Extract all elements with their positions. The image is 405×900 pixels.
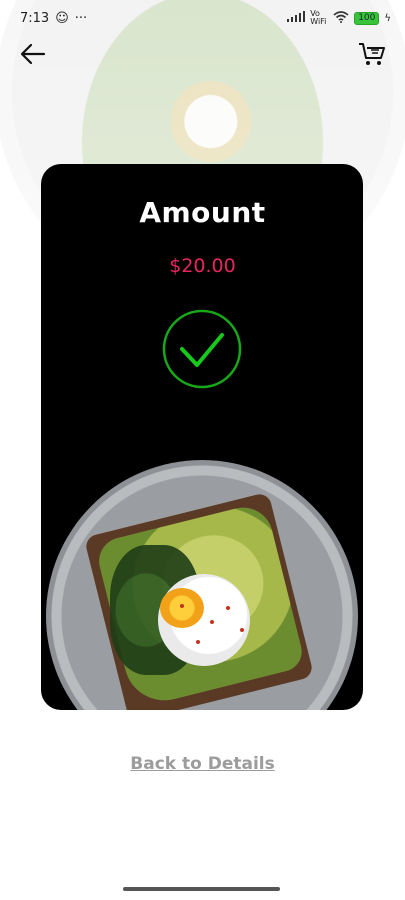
status-time: 7:13 (20, 10, 50, 26)
vowifi-label: Vo WiFi (310, 9, 327, 26)
more-dots-icon: ··· (74, 10, 88, 26)
chili-flake (180, 604, 184, 608)
chili-flake (196, 640, 200, 644)
cart-button[interactable] (357, 40, 387, 68)
home-indicator[interactable] (123, 887, 280, 891)
wifi-icon (333, 10, 349, 26)
cart-icon (359, 43, 385, 65)
egg-yolk-image (160, 588, 204, 628)
chili-flake (240, 628, 244, 632)
status-left: 7:13 ☺ ··· (20, 11, 87, 26)
back-button[interactable] (18, 40, 48, 68)
status-bar: 7:13 ☺ ··· Vo WiFi 100 ϟ (0, 0, 405, 36)
notification-face-icon: ☺ (55, 10, 69, 26)
back-to-details-link[interactable]: Back to Details (0, 754, 405, 774)
chili-flake (210, 620, 214, 624)
chili-flake (226, 606, 230, 610)
signal-icon (287, 11, 306, 25)
charging-icon: ϟ (384, 12, 391, 24)
status-right: Vo WiFi 100 ϟ (287, 10, 391, 26)
food-image (41, 164, 363, 710)
arrow-left-icon (20, 43, 46, 65)
battery-level: 100 (354, 11, 380, 25)
